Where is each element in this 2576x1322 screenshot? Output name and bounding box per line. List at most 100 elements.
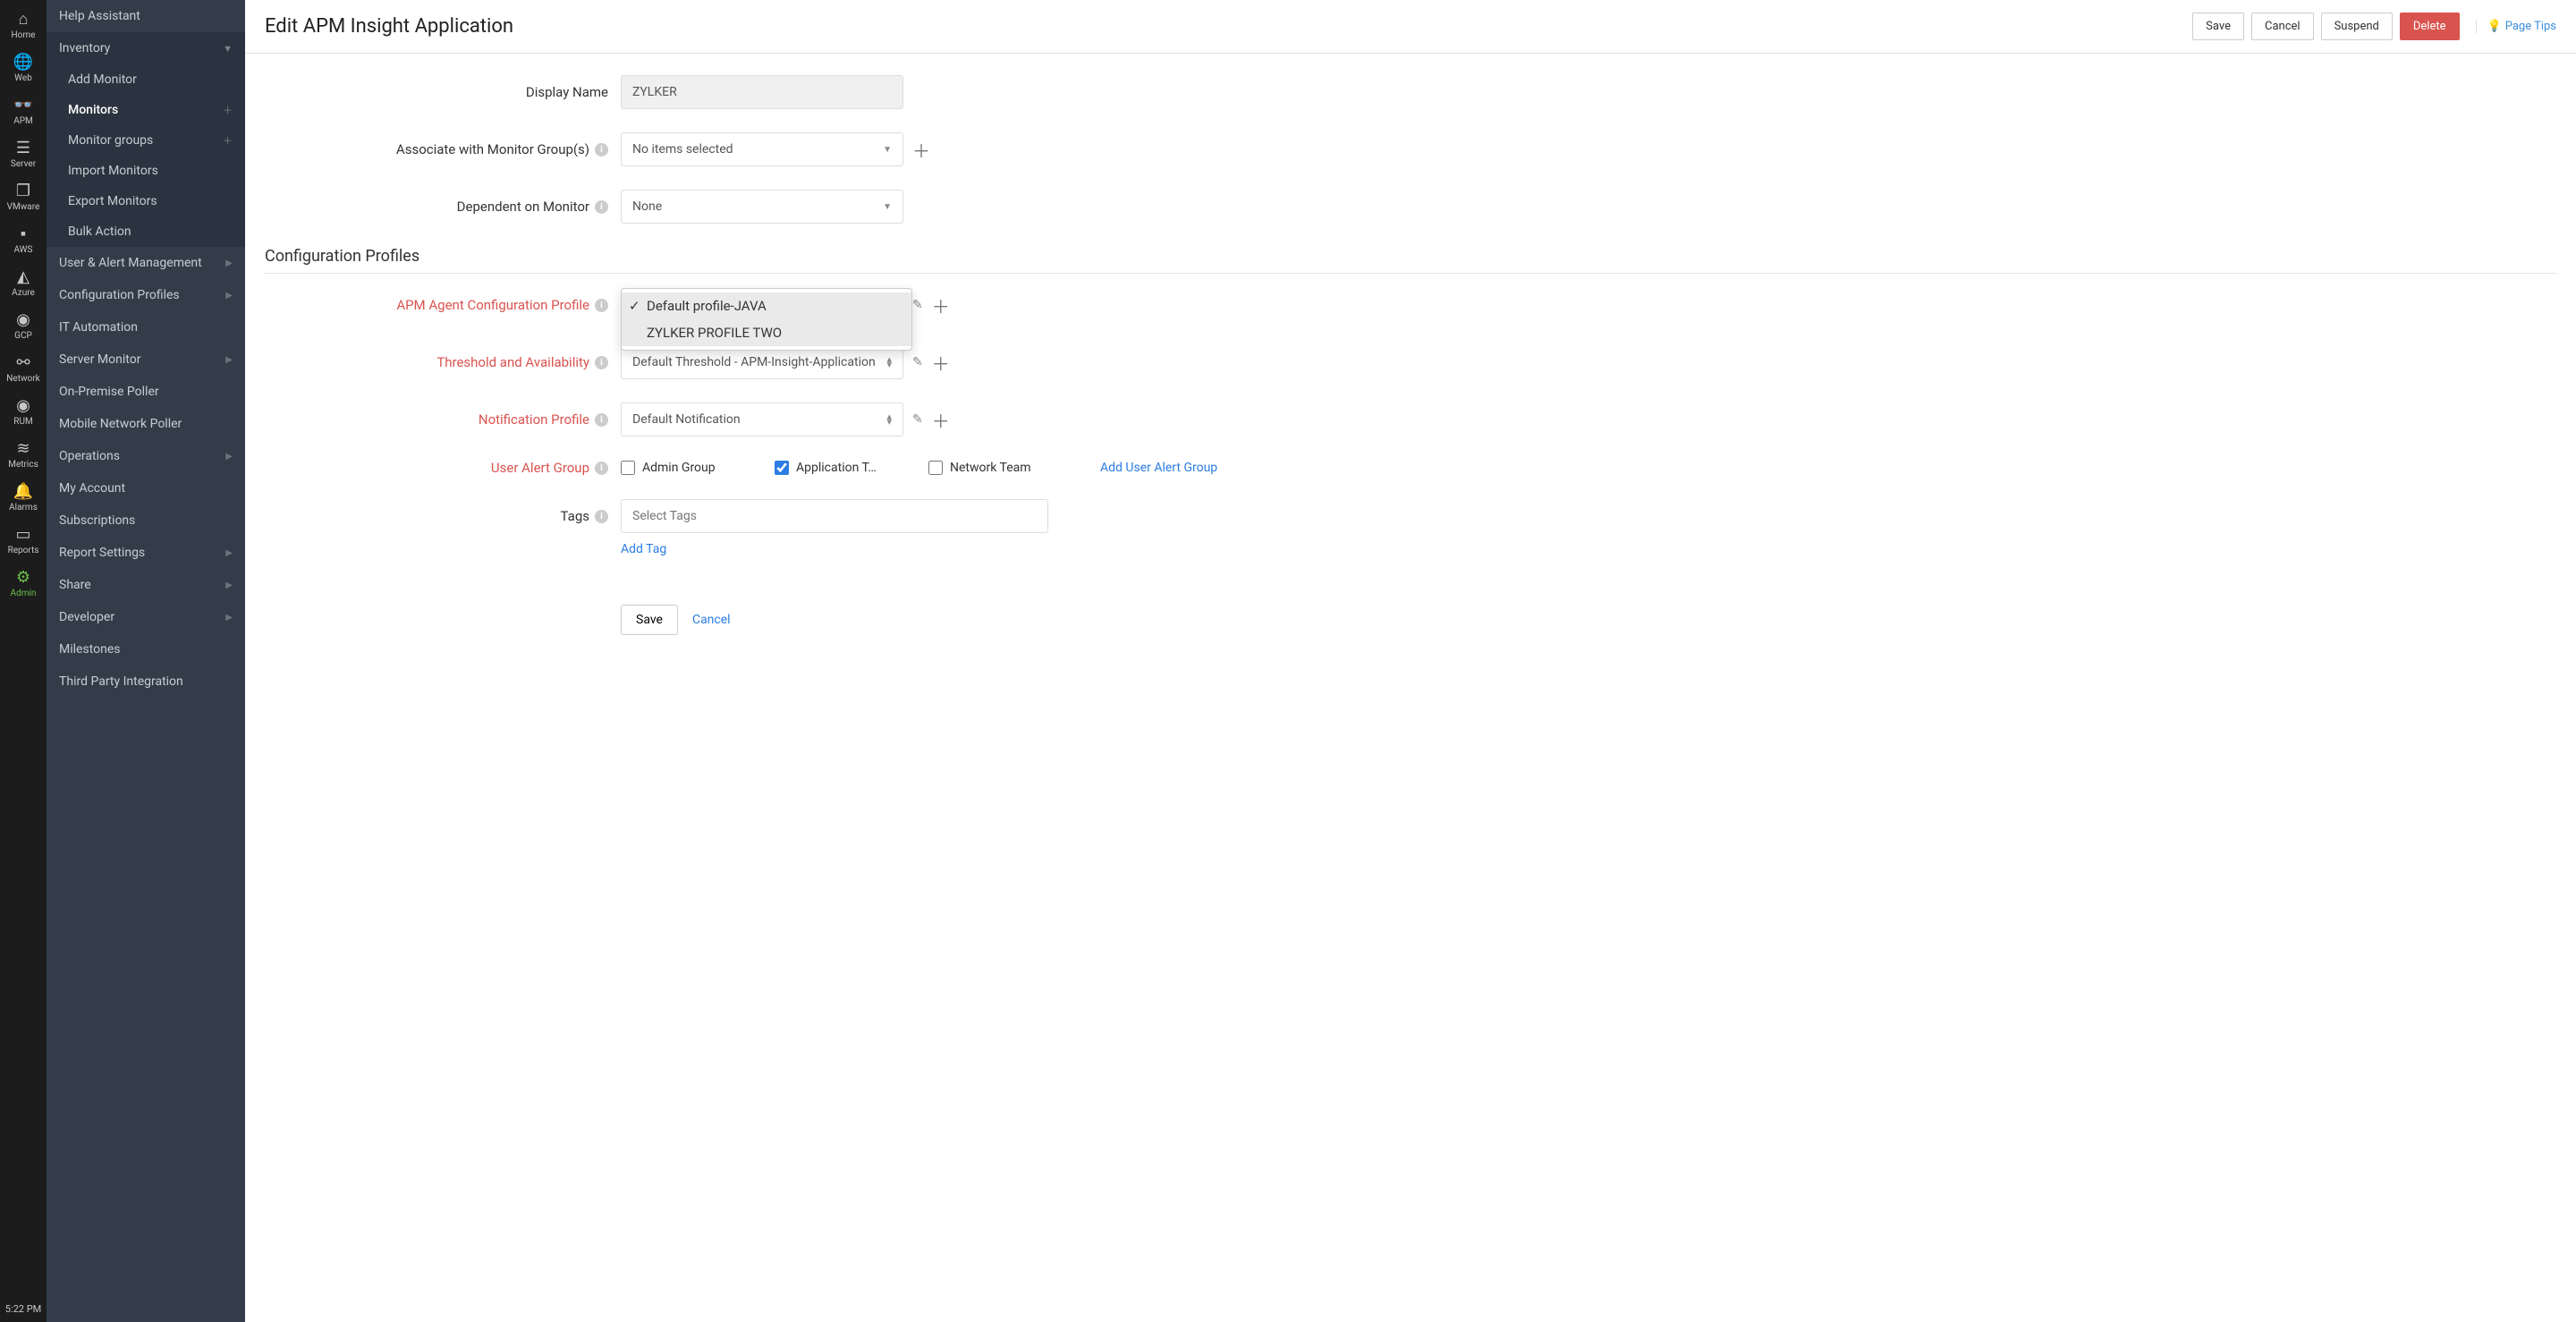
sidebar-server-monitor[interactable]: Server Monitor▶	[47, 343, 245, 376]
checkbox-admin-group-input[interactable]	[621, 461, 635, 475]
chevron-down-icon: ▼	[223, 43, 233, 55]
add-notification-icon[interactable]: ＋	[932, 407, 950, 433]
rail-azure[interactable]: ◭Azure	[0, 261, 47, 304]
chevron-down-icon: ▼	[883, 202, 892, 212]
add-threshold-icon[interactable]: ＋	[932, 350, 950, 376]
sidebar-user-alert-mgmt[interactable]: User & Alert Management▶	[47, 247, 245, 279]
add-user-alert-link[interactable]: Add User Alert Group	[1100, 461, 1217, 475]
rail-reports[interactable]: ▭Reports	[0, 519, 47, 562]
display-name-input[interactable]	[621, 75, 903, 109]
dropdown-option-default[interactable]: Default profile-JAVA	[622, 292, 911, 319]
rail-time: 5:22 PM	[5, 1296, 41, 1322]
vmware-icon: ❐	[16, 182, 30, 200]
info-icon[interactable]: i	[595, 510, 608, 523]
label-tags: Tags i	[265, 499, 621, 524]
sidebar-developer[interactable]: Developer▶	[47, 601, 245, 633]
sidebar-config-profiles[interactable]: Configuration Profiles▶	[47, 279, 245, 311]
rail-aws[interactable]: ▪AWS	[0, 218, 47, 261]
sidebar-help[interactable]: Help Assistant	[47, 0, 245, 32]
cancel-link-bottom[interactable]: Cancel	[692, 613, 731, 627]
info-icon[interactable]: i	[595, 413, 608, 427]
sidebar-share[interactable]: Share▶	[47, 569, 245, 601]
info-icon[interactable]: i	[595, 299, 608, 312]
page-title: Edit APM Insight Application	[265, 15, 513, 38]
checkbox-network-team[interactable]: Network Team	[928, 461, 1054, 475]
chevron-right-icon: ▶	[225, 580, 233, 590]
checkbox-admin-group[interactable]: Admin Group	[621, 461, 746, 475]
save-button[interactable]: Save	[2192, 13, 2244, 40]
add-profile-icon[interactable]: ＋	[932, 292, 950, 318]
info-icon[interactable]: i	[595, 200, 608, 214]
suspend-button[interactable]: Suspend	[2321, 13, 2393, 40]
dropdown-option-zylker[interactable]: ZYLKER PROFILE TWO	[622, 319, 911, 346]
sidebar-milestones[interactable]: Milestones	[47, 633, 245, 665]
plus-icon[interactable]: ＋	[223, 133, 233, 148]
sidebar-third-party[interactable]: Third Party Integration	[47, 665, 245, 698]
sidebar-import-monitors[interactable]: Import Monitors	[47, 156, 245, 186]
aws-icon: ▪	[21, 225, 26, 243]
row-notification: Notification Profile i Default Notificat…	[265, 403, 2556, 436]
checkbox-application-team[interactable]: Application T…	[775, 461, 900, 475]
section-config-profiles: Configuration Profiles	[265, 247, 2556, 274]
sidebar-my-account[interactable]: My Account	[47, 472, 245, 504]
rail-web[interactable]: 🌐Web	[0, 47, 47, 89]
tags-input[interactable]	[621, 499, 1048, 533]
main-content: Edit APM Insight Application Save Cancel…	[245, 0, 2576, 1322]
rail-vmware[interactable]: ❐VMware	[0, 175, 47, 218]
rail-gcp[interactable]: ◉GCP	[0, 304, 47, 347]
sidebar-add-monitor[interactable]: Add Monitor	[47, 64, 245, 95]
sidebar-bulk-action[interactable]: Bulk Action	[47, 216, 245, 247]
add-group-icon[interactable]: ＋	[912, 137, 930, 163]
rail-server[interactable]: ☰Server	[0, 132, 47, 175]
sidebar-export-monitors[interactable]: Export Monitors	[47, 186, 245, 216]
sidebar-monitor-groups[interactable]: Monitor groups＋	[47, 125, 245, 156]
row-associate-groups: Associate with Monitor Group(s) i No ite…	[265, 132, 2556, 166]
chevron-down-icon: ▼	[883, 145, 892, 155]
sidebar-it-automation[interactable]: IT Automation	[47, 311, 245, 343]
form-area: Display Name Associate with Monitor Grou…	[245, 54, 2576, 680]
dependent-select[interactable]: None ▼	[621, 190, 903, 224]
sidebar-operations[interactable]: Operations▶	[47, 440, 245, 472]
info-icon[interactable]: i	[595, 356, 608, 369]
reports-icon: ▭	[15, 525, 30, 544]
gcp-icon: ◉	[16, 310, 30, 329]
rail-rum[interactable]: ◉RUM	[0, 390, 47, 433]
info-icon[interactable]: i	[595, 462, 608, 475]
rail-home[interactable]: ⌂Home	[0, 4, 47, 47]
rail-apm[interactable]: 👓APM	[0, 89, 47, 132]
info-icon[interactable]: i	[595, 143, 608, 157]
sidebar-subscriptions[interactable]: Subscriptions	[47, 504, 245, 537]
notification-select[interactable]: Default Notification ▴▾	[621, 403, 903, 436]
delete-button[interactable]: Delete	[2400, 13, 2460, 40]
updown-icon: ▴▾	[886, 414, 892, 425]
page-tips-link[interactable]: 💡 Page Tips	[2476, 20, 2556, 33]
sidebar-monitors[interactable]: Monitors＋	[47, 95, 245, 125]
save-button-bottom[interactable]: Save	[621, 605, 678, 635]
label-user-alert: User Alert Group i	[265, 460, 621, 476]
edit-icon[interactable]: ✎	[912, 355, 923, 369]
add-tag-link[interactable]: Add Tag	[621, 542, 666, 556]
row-threshold: Threshold and Availability i Default Thr…	[265, 345, 2556, 379]
cancel-button[interactable]: Cancel	[2251, 13, 2314, 40]
rail-admin[interactable]: ⚙Admin	[0, 562, 47, 605]
rail-alarms[interactable]: 🔔Alarms	[0, 476, 47, 519]
sidebar-inventory[interactable]: Inventory ▼	[47, 32, 245, 64]
sidebar-report-settings[interactable]: Report Settings▶	[47, 537, 245, 569]
row-user-alert: User Alert Group i Admin Group Applicati…	[265, 460, 2556, 476]
lightbulb-icon: 💡	[2487, 20, 2502, 33]
admin-icon: ⚙	[16, 568, 30, 587]
edit-icon[interactable]: ✎	[912, 412, 923, 427]
associate-groups-select[interactable]: No items selected ▼	[621, 132, 903, 166]
checkbox-application-team-input[interactable]	[775, 461, 789, 475]
row-tags: Tags i Add Tag	[265, 499, 2556, 556]
edit-icon[interactable]: ✎	[912, 298, 923, 312]
sidebar-onprem-poller[interactable]: On-Premise Poller	[47, 376, 245, 408]
rail-network[interactable]: ⚯Network	[0, 347, 47, 390]
checkbox-network-team-input[interactable]	[928, 461, 943, 475]
rail-metrics[interactable]: ≋Metrics	[0, 433, 47, 476]
metrics-icon: ≋	[16, 439, 30, 458]
label-dependent: Dependent on Monitor i	[265, 199, 621, 215]
plus-icon[interactable]: ＋	[223, 103, 233, 117]
chevron-right-icon: ▶	[225, 548, 233, 558]
sidebar-mobile-poller[interactable]: Mobile Network Poller	[47, 408, 245, 440]
